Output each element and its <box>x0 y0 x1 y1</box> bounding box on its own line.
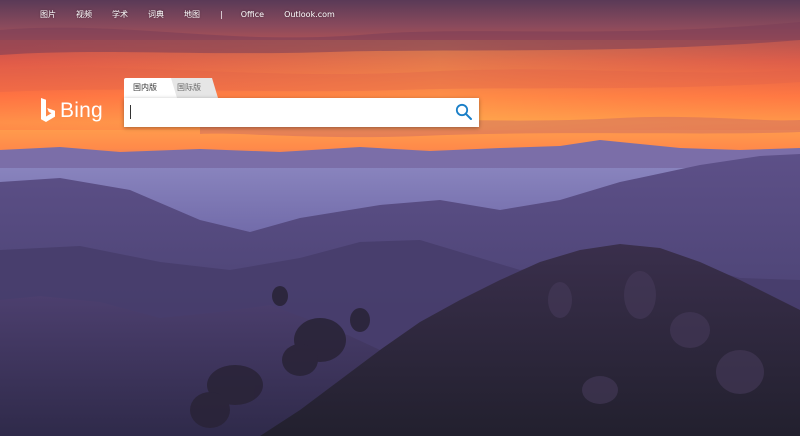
background-landscape-image <box>0 0 800 436</box>
magnifier-icon[interactable] <box>455 103 473 121</box>
bing-b-icon <box>41 98 55 122</box>
top-navigation: 图片 视频 学术 词典 地图 | Office Outlook.com <box>40 7 355 21</box>
bing-homepage: 图片 视频 学术 词典 地图 | Office Outlook.com Bing… <box>0 0 800 436</box>
nav-dictionary-link[interactable]: 词典 <box>148 9 164 20</box>
nav-office-link[interactable]: Office <box>241 10 264 19</box>
nav-outlook-link[interactable]: Outlook.com <box>284 10 335 19</box>
bing-logo[interactable]: Bing <box>40 97 103 125</box>
search-input[interactable] <box>129 101 453 125</box>
nav-separator: | <box>220 9 223 19</box>
nav-maps-link[interactable]: 地图 <box>184 9 200 20</box>
nav-images-link[interactable]: 图片 <box>40 9 56 20</box>
nav-videos-link[interactable]: 视频 <box>76 9 92 20</box>
nav-academic-link[interactable]: 学术 <box>112 9 128 20</box>
tab-domestic[interactable]: 国内版 <box>124 78 177 98</box>
bing-logo-text: Bing <box>60 99 103 122</box>
search-box <box>124 98 479 127</box>
